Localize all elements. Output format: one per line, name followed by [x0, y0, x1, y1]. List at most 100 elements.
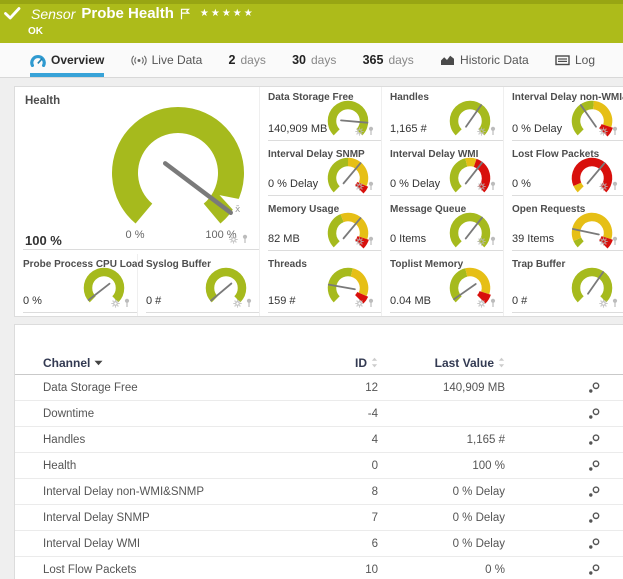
channel-settings-icon[interactable] [587, 511, 601, 525]
column-header-label: ID [355, 356, 367, 370]
channel-settings-icon[interactable] [587, 433, 601, 447]
pin-icon[interactable] [241, 234, 249, 244]
channel-id: 8 [303, 486, 378, 498]
gear-icon[interactable] [477, 237, 486, 246]
pin-icon[interactable] [245, 298, 253, 308]
channel-name: Interval Delay WMI [43, 538, 303, 550]
gauge-cell: Threads 159 # [259, 254, 381, 316]
pin-icon[interactable] [611, 181, 619, 191]
channel-name: Data Storage Free [43, 382, 303, 394]
pin-icon[interactable] [367, 126, 375, 136]
gauge-value: 39 Items [512, 233, 554, 245]
channel-last-value: 0 % Delay [378, 538, 505, 550]
tab-unit: days [311, 53, 336, 67]
channel-last-value: 0 % Delay [378, 486, 505, 498]
gauge-value: 0.04 MB [390, 295, 431, 307]
channel-actions [505, 485, 601, 499]
gauge-cell: Interval Delay non-WMI&SNMP0 % Delay [503, 87, 623, 144]
tab-historic-data[interactable]: Historic Data [440, 43, 529, 77]
gauge-actions [355, 236, 375, 246]
channel-settings-icon[interactable] [587, 537, 601, 551]
gauge-actions [599, 126, 619, 136]
tab-overview[interactable]: Overview [30, 43, 104, 77]
channel-id: 10 [303, 564, 378, 576]
table-row: Lost Flow Packets100 % [15, 557, 623, 579]
gauge-grid: Health0 %100 %100 %x̄Data Storage Free14… [15, 87, 623, 316]
gauge-cell: Lost Flow Packets0 % [503, 144, 623, 199]
pin-icon[interactable] [489, 181, 497, 191]
channel-settings-icon[interactable] [587, 485, 601, 499]
channel-id: 7 [303, 512, 378, 524]
gauge-value: 159 # [268, 295, 296, 307]
tab-2-days[interactable]: 2days [229, 43, 266, 77]
tab-label: Historic Data [460, 53, 529, 67]
table-row: Health0100 % [15, 453, 623, 479]
sort-icon [498, 357, 505, 368]
gear-icon[interactable] [599, 237, 608, 246]
gear-icon[interactable] [229, 235, 238, 244]
gauge-title: Handles [390, 92, 429, 103]
pin-icon[interactable] [611, 298, 619, 308]
gauge-actions [229, 234, 249, 244]
caret-down-icon [94, 360, 103, 366]
gear-icon[interactable] [477, 182, 486, 191]
gauge-actions [111, 298, 131, 308]
tab-live-data[interactable]: Live Data [131, 43, 203, 77]
channel-actions [505, 511, 601, 525]
column-header-last-value[interactable]: Last Value [435, 356, 505, 370]
chart-icon [440, 54, 455, 66]
pin-icon[interactable] [367, 298, 375, 308]
gauge-value: 0 # [146, 295, 161, 307]
pin-icon[interactable] [611, 236, 619, 246]
gauge-value: 0 % Delay [512, 123, 562, 135]
gauge-actions [599, 181, 619, 191]
pin-icon[interactable] [489, 298, 497, 308]
tab-num: 2 [229, 53, 236, 67]
table-row: Interval Delay WMI60 % Delay [15, 531, 623, 557]
pin-icon[interactable] [367, 181, 375, 191]
sort-icon [371, 357, 378, 368]
pin-icon[interactable] [489, 236, 497, 246]
pin-icon[interactable] [367, 236, 375, 246]
gear-icon[interactable] [355, 182, 364, 191]
gear-icon[interactable] [477, 127, 486, 136]
channel-settings-icon[interactable] [587, 407, 601, 421]
gauge-cell: Open Requests39 Items [503, 199, 623, 254]
gear-icon[interactable] [599, 299, 608, 308]
gear-icon[interactable] [355, 127, 364, 136]
channel-last-value: 100 % [378, 460, 505, 472]
pin-icon[interactable] [123, 298, 131, 308]
gear-icon[interactable] [599, 182, 608, 191]
tab-30-days[interactable]: 30days [292, 43, 336, 77]
gauge-title: Threads [268, 259, 307, 270]
gear-icon[interactable] [355, 237, 364, 246]
gear-icon[interactable] [355, 299, 364, 308]
gear-icon[interactable] [477, 299, 486, 308]
gear-icon[interactable] [599, 127, 608, 136]
priority-stars[interactable]: ★★★★★ [200, 8, 255, 19]
column-header-id[interactable]: ID [355, 356, 378, 370]
table-row: Downtime-4 [15, 401, 623, 427]
gauges-panel: Health0 %100 %100 %x̄Data Storage Free14… [14, 86, 623, 317]
channel-settings-icon[interactable] [587, 459, 601, 473]
gear-icon[interactable] [233, 299, 242, 308]
tab-log[interactable]: Log [555, 43, 595, 77]
channel-settings-icon[interactable] [587, 381, 601, 395]
gauge [567, 211, 617, 253]
gear-icon[interactable] [111, 299, 120, 308]
gauge-value: 0 % Delay [390, 178, 440, 190]
gauge [323, 156, 373, 198]
tab-365-days[interactable]: 365days [363, 43, 414, 77]
channel-name: Handles [43, 434, 303, 446]
gauge-cell: Interval Delay SNMP0 % Delay [259, 144, 381, 199]
column-header-channel[interactable]: Channel [43, 356, 303, 370]
channel-settings-icon[interactable] [587, 563, 601, 577]
gauge-value: 0 Items [390, 233, 426, 245]
pin-icon[interactable] [611, 126, 619, 136]
pin-icon[interactable] [489, 126, 497, 136]
gauge-title: Trap Buffer [512, 259, 565, 270]
gauge-actions [355, 181, 375, 191]
gauge-actions [477, 236, 497, 246]
gauge-cell: Message Queue0 Items [381, 199, 503, 254]
flag-icon[interactable] [180, 8, 190, 20]
